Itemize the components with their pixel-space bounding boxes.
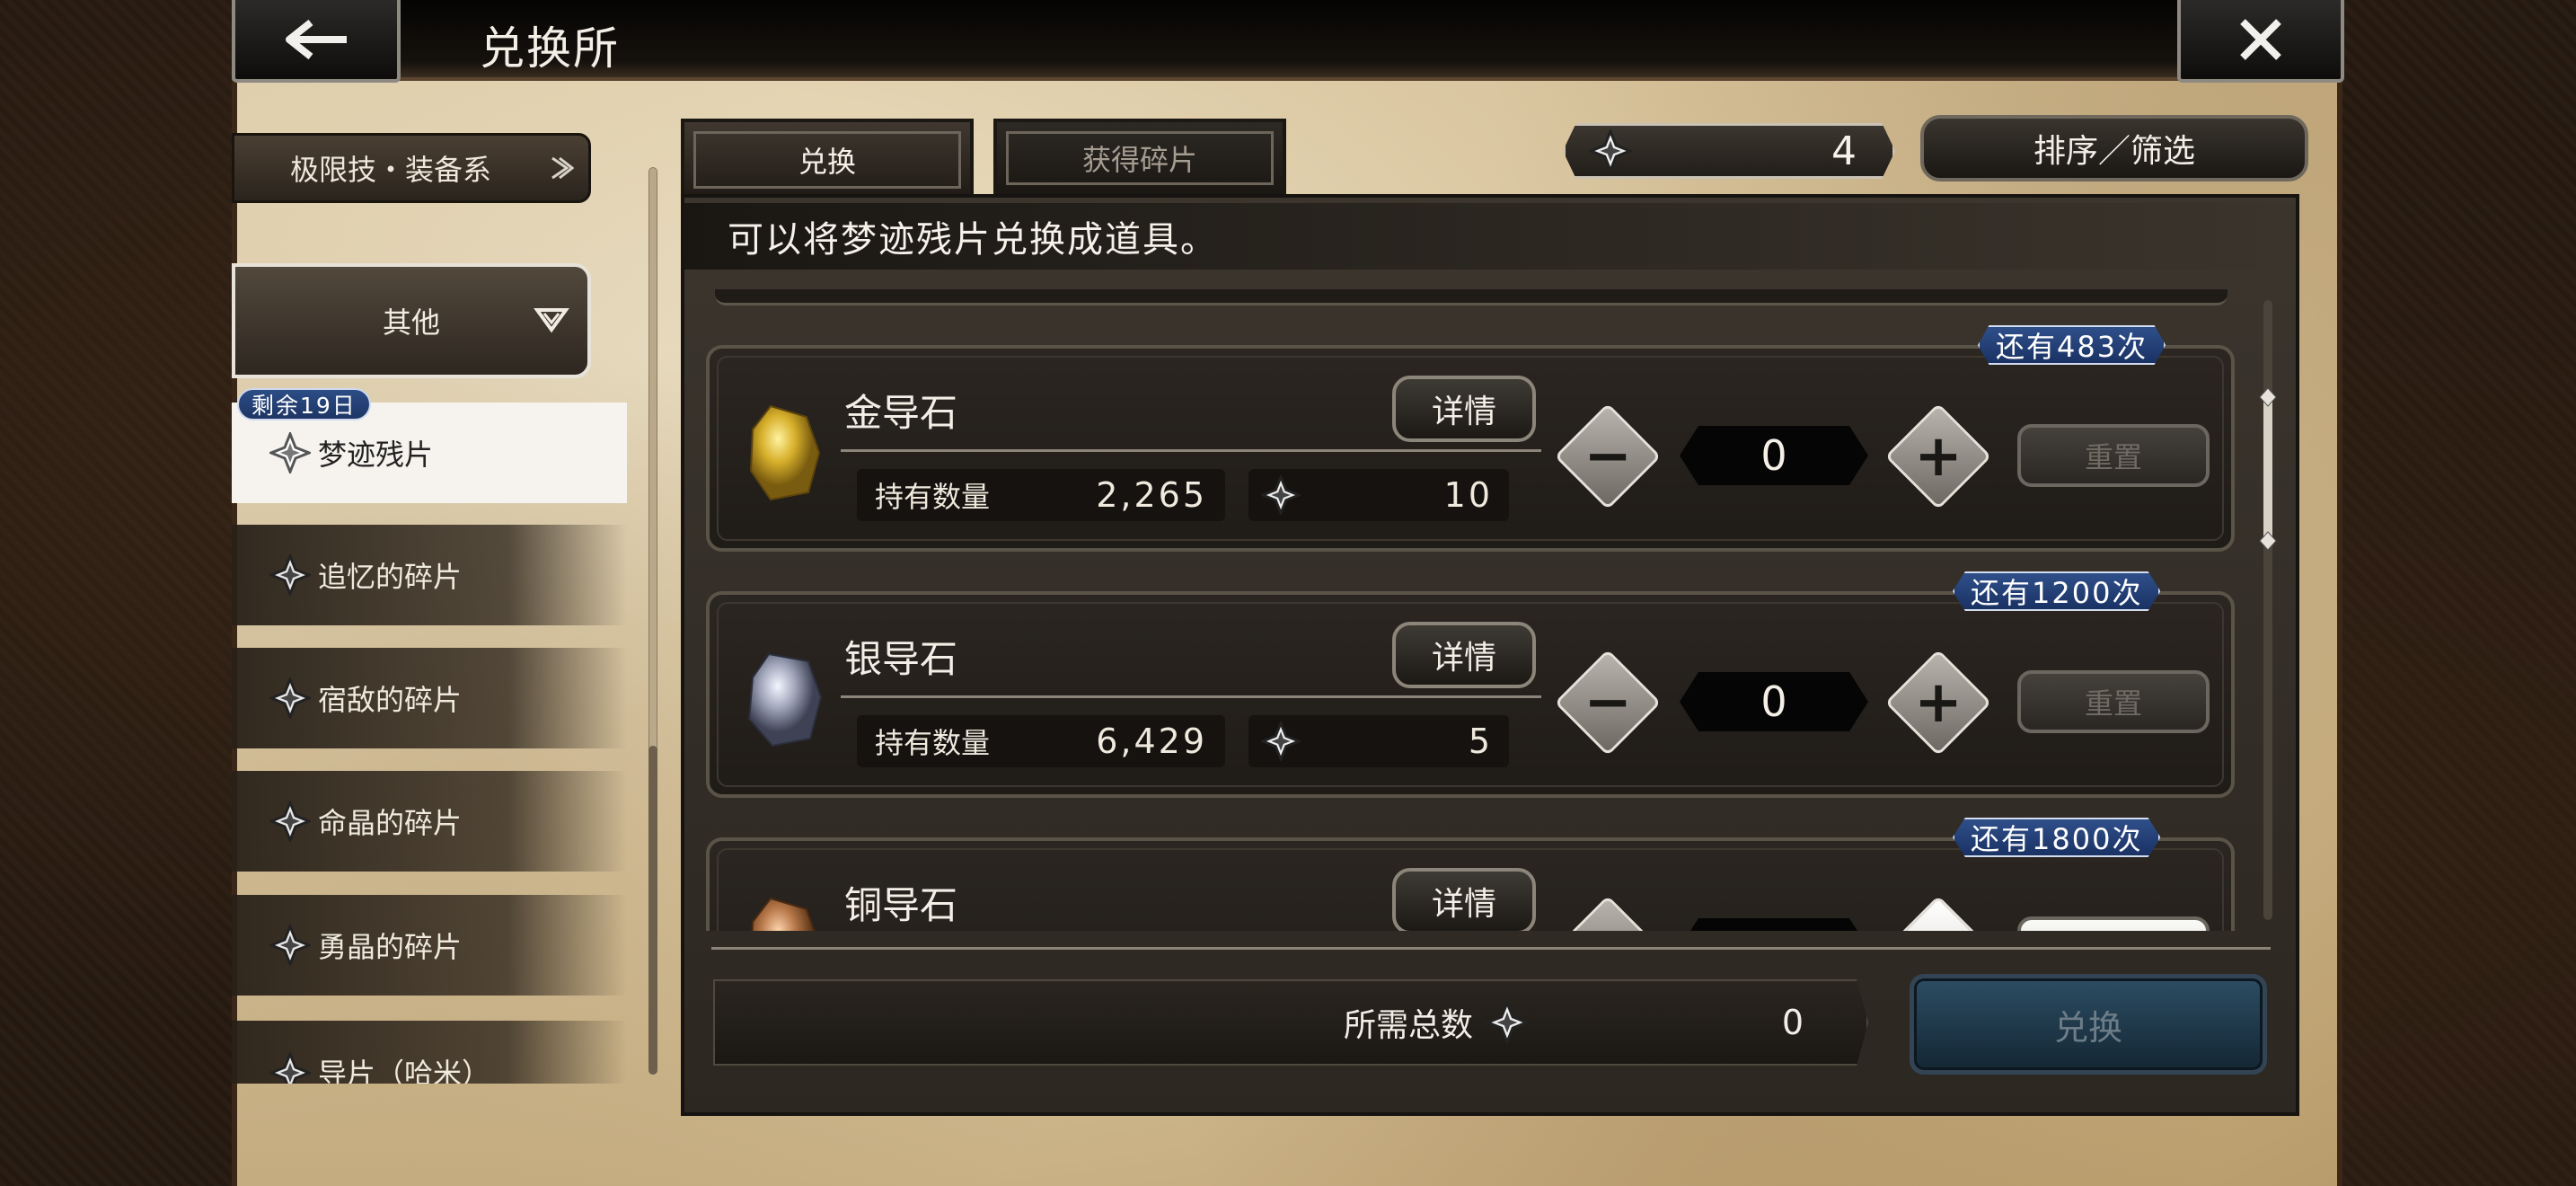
back-button[interactable]: [232, 0, 401, 83]
item-name: 银导石: [844, 637, 958, 681]
shard-icon: [1486, 1001, 1529, 1044]
sidebar-item-memory-shards[interactable]: 追忆的碎片: [232, 525, 627, 625]
sidebar-item-label: 导片（哈米）: [318, 1057, 491, 1084]
currency-value: 4: [1831, 128, 1857, 174]
page-title: 兑换所: [480, 22, 620, 75]
shard-icon: [269, 432, 311, 474]
total-required-bar: 所需总数 0: [713, 979, 1868, 1066]
shard-icon: [1261, 721, 1301, 761]
quantity-display: 0: [1680, 672, 1868, 731]
owned-label: 持有数量: [875, 726, 991, 760]
close-icon: [2240, 19, 2281, 60]
cost-value: 5: [1468, 721, 1493, 761]
increase-button[interactable]: +: [1884, 649, 1992, 757]
owned-value: 2,265: [1096, 475, 1207, 515]
cost-value: 10: [1443, 475, 1493, 515]
quantity-display: 0: [1680, 918, 1868, 931]
detail-button[interactable]: 详情: [1392, 868, 1536, 931]
sidebar-item-guide-shards-hami[interactable]: 导片（哈米）: [232, 1021, 627, 1084]
sidebar-category-ultimate-equipment[interactable]: 极限技・装备系: [232, 133, 591, 203]
shard-icon: [1589, 129, 1632, 173]
shard-icon: [269, 801, 311, 842]
footer-divider: [711, 947, 2271, 950]
shard-icon: [269, 554, 311, 596]
quantity-display: 0: [1680, 426, 1868, 485]
sidebar-scrollbar-thumb[interactable]: [648, 746, 657, 1075]
increase-button[interactable]: +: [1884, 403, 1992, 510]
shard-icon: [1261, 475, 1301, 515]
remaining-count-tag: 还有1200次: [1953, 571, 2161, 611]
reset-button[interactable]: 重置: [2017, 670, 2210, 733]
tab-exchange[interactable]: 兑换: [681, 119, 974, 199]
sidebar-item-label: 宿敌的碎片: [318, 683, 463, 717]
sidebar-item-fate-crystal-shards[interactable]: 命晶的碎片: [232, 771, 627, 872]
minus-icon: −: [1584, 920, 1632, 931]
tab-label: 获得碎片: [1081, 143, 1197, 177]
shard-icon: [269, 677, 311, 719]
plus-icon: +: [1914, 669, 1963, 736]
item-name: 铜导石: [844, 883, 958, 927]
owned-quantity: 持有数量 2,265: [857, 469, 1225, 521]
detail-button[interactable]: 详情: [1392, 376, 1536, 442]
sidebar-category-other[interactable]: 其他: [232, 263, 591, 378]
remaining-days-badge: 剩余19日: [237, 388, 371, 420]
currency-counter: 4: [1563, 123, 1895, 179]
sidebar-item-label: 追忆的碎片: [318, 560, 463, 594]
sidebar-item-label: 勇晶的碎片: [318, 930, 463, 964]
item-cost: 10: [1248, 469, 1509, 521]
close-button[interactable]: [2177, 0, 2344, 83]
sidebar-item-label: 命晶的碎片: [318, 806, 463, 840]
sidebar-category-open-label: 其他: [382, 305, 440, 340]
sidebar-item-rival-shards[interactable]: 宿敌的碎片: [232, 648, 627, 748]
reset-button[interactable]: 重置: [2017, 916, 2210, 931]
minus-icon: −: [1584, 669, 1632, 736]
exchange-button[interactable]: 兑换: [1910, 974, 2267, 1075]
total-required-label: 所需总数: [1344, 1007, 1474, 1044]
decrease-button[interactable]: −: [1554, 649, 1662, 757]
arrow-left-icon: [286, 19, 347, 60]
item-cost: 5: [1248, 715, 1509, 767]
tab-label: 兑换: [798, 145, 856, 179]
item-divider: [841, 695, 1541, 698]
exchange-item-row: 银导石 详情 持有数量 6,429 5 − 0 + 重置: [706, 591, 2235, 798]
sidebar-item-label: 梦迹残片: [318, 438, 434, 472]
minus-icon: −: [1584, 423, 1632, 490]
item-name: 金导石: [844, 391, 958, 435]
chevron-down-icon: [534, 308, 569, 333]
shard-icon: [269, 1052, 311, 1084]
owned-label: 持有数量: [875, 480, 991, 514]
remaining-count-tag: 还有483次: [1978, 325, 2166, 365]
silver-stone-icon: [747, 652, 823, 748]
gold-stone-icon: [749, 404, 821, 501]
exchange-item-list: 金导石 详情 持有数量 2,265 10 − 0 + 重置 还有483次 银导石: [693, 286, 2247, 931]
decrease-button[interactable]: −: [1554, 403, 1662, 510]
sidebar-category-label: 极限技・装备系: [290, 153, 492, 187]
total-required-value: 0: [1781, 1003, 1804, 1042]
sort-filter-button[interactable]: 排序／筛选: [1920, 115, 2308, 181]
detail-button[interactable]: 详情: [1392, 622, 1536, 688]
plus-icon: +: [1914, 920, 1963, 931]
tab-obtain-shards[interactable]: 获得碎片: [993, 119, 1286, 196]
owned-value: 6,429: [1096, 721, 1207, 761]
shard-icon: [269, 925, 311, 966]
sidebar-item-brave-crystal-shards[interactable]: 勇晶的碎片: [232, 895, 627, 996]
copper-stone-icon: [751, 897, 816, 931]
increase-button[interactable]: +: [1884, 895, 1992, 931]
item-divider: [841, 449, 1541, 452]
chevron-right-icon: [551, 156, 574, 180]
decrease-button[interactable]: −: [1554, 895, 1662, 931]
notice-text: 可以将梦迹残片兑换成道具。: [684, 203, 2296, 270]
remaining-count-tag: 还有1800次: [1953, 818, 2161, 857]
plus-icon: +: [1914, 423, 1963, 490]
owned-quantity: 持有数量 6,429: [857, 715, 1225, 767]
exchange-item-row: 金导石 详情 持有数量 2,265 10 − 0 + 重置: [706, 345, 2235, 552]
list-scrollbar-thumb[interactable]: [2258, 388, 2278, 550]
reset-button[interactable]: 重置: [2017, 424, 2210, 487]
